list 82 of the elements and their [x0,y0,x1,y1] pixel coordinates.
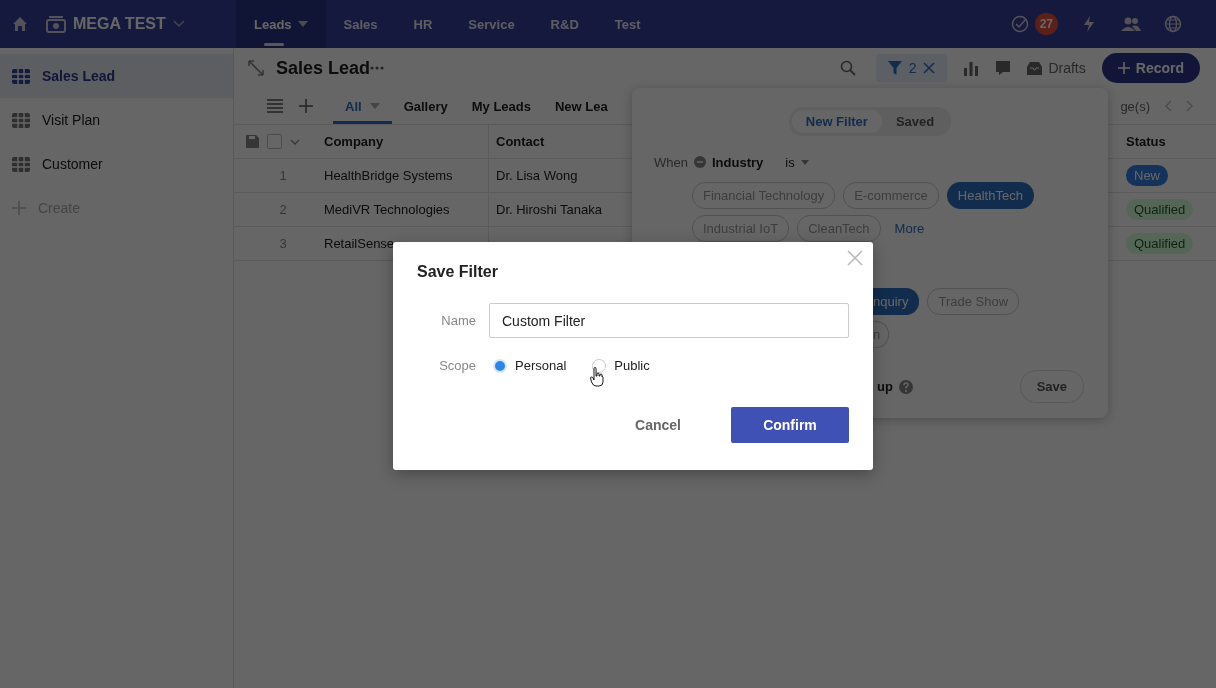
notification-badge: 27 [1034,13,1058,35]
people-icon[interactable] [1120,15,1142,33]
chevron-down-icon[interactable] [172,20,185,28]
inbox-icon [1027,61,1043,75]
column-header: Contact [488,125,621,159]
field-label: Scope [438,358,476,373]
nav-tab[interactable]: Test [596,0,659,48]
chevron-down-icon[interactable] [290,138,300,145]
close-icon[interactable] [847,250,863,266]
bar-chart-icon[interactable] [963,60,980,76]
caret-down-icon [369,103,380,109]
chevron-left-icon[interactable] [1164,100,1172,112]
radio-button[interactable] [493,358,507,373]
status-tag: Qualified [1126,199,1194,220]
status-tag: New [1126,165,1168,186]
confirm-button[interactable]: Confirm [731,407,849,443]
option-chip[interactable]: HealthTech [946,182,1034,209]
remove-icon[interactable] [693,156,706,168]
column-header: Status [1126,125,1216,159]
table-cell: Dr. Lisa Wong [488,159,621,193]
view-tab[interactable]: All [333,88,392,124]
plus-icon [12,201,26,215]
list-icon[interactable] [267,99,283,113]
save-button[interactable]: Save [1019,370,1084,403]
table-icon [12,156,30,172]
radio-label[interactable]: Public [614,358,650,373]
sidebar-item[interactable]: Visit Plan [0,98,233,142]
caret-down-icon [800,159,809,165]
plus-icon[interactable] [299,99,313,113]
view-tab[interactable]: My Leads [459,88,543,124]
nav-tab[interactable]: Service [450,0,533,48]
page-title: Sales Lead [276,57,371,79]
table-cell: HealthBridge Systems [324,159,488,193]
check-circle-icon[interactable] [1010,15,1029,33]
table-icon [12,68,30,84]
nav-tab[interactable]: HR [395,0,451,48]
option-chip[interactable]: nquiry [873,288,920,315]
home-icon[interactable] [11,15,29,33]
search-icon[interactable] [839,60,856,76]
globe-icon[interactable] [1164,15,1182,33]
operator-dropdown[interactable]: is [785,154,809,170]
status-tag: Qualified [1126,233,1194,254]
record-button[interactable]: Record [1101,53,1200,83]
expand-icon[interactable] [248,60,264,76]
field-name[interactable]: Industry [711,154,764,170]
nav-tab[interactable]: R&D [532,0,597,48]
field-label: Name [440,313,476,328]
more-link[interactable]: More [894,221,925,236]
chevron-right-icon[interactable] [1186,100,1194,112]
sidebar-item[interactable]: Sales Lead [0,54,233,98]
segment-tab[interactable]: New Filter [791,110,882,133]
hand-cursor-icon [590,367,604,387]
condition-label: When [654,154,688,170]
checkbox[interactable] [267,134,282,149]
column-header: Company [324,125,488,159]
cash-icon [46,15,66,33]
name-field[interactable]: Custom Filter [489,303,849,338]
page-count: ge(s) [1120,98,1150,114]
comment-icon[interactable] [995,60,1012,76]
more-icon[interactable] [370,66,385,70]
cancel-button[interactable]: Cancel [613,407,703,443]
save-icon[interactable] [246,135,259,148]
table-cell: Dr. Hiroshi Tanaka [488,193,621,227]
caret-down-icon [297,21,308,27]
dialog-title: Save Filter [417,263,499,281]
view-tab[interactable]: New Lea [542,88,620,124]
view-tab[interactable]: Gallery [391,88,460,124]
table-cell: MediVR Technologies [324,193,488,227]
app-name[interactable]: MEGA TEST [73,15,166,33]
segment-tab[interactable]: Saved [881,110,949,133]
table-icon [12,112,30,128]
plus-icon [1117,62,1130,74]
sidebar-item[interactable]: Customer [0,142,233,186]
drafts-button[interactable]: Drafts [1027,60,1086,76]
nav-tab[interactable]: Leads [236,0,326,48]
radio-label[interactable]: Personal [515,358,567,373]
help-icon[interactable] [898,379,913,394]
group-label: up [877,379,893,394]
filter-button[interactable]: 2 [875,54,948,82]
nav-tab[interactable]: Sales [325,0,396,48]
filter-icon [887,61,902,75]
close-icon[interactable] [923,62,936,74]
